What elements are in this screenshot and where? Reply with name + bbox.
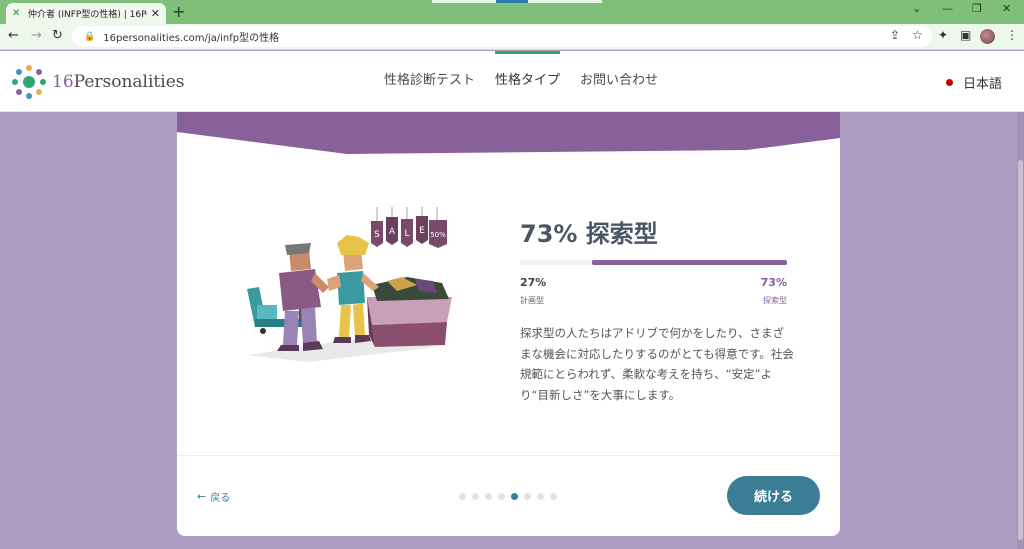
nav-personality-test[interactable]: 性格診断テスト [384,51,475,111]
logo-number: 16 [52,72,74,92]
tab-title: 仲介者 (INFP型の性格) | 16Personalities [28,10,147,20]
minimize-icon[interactable]: — [942,2,953,15]
step-dot [459,493,466,500]
browser-menu-icon[interactable]: ⋮ [1006,28,1018,42]
left-trait-label: 計画型 [520,296,544,305]
trait-progress-fill [592,260,787,265]
step-dot [524,493,531,500]
maximize-icon[interactable]: ❐ [972,2,982,15]
tab-search-icon[interactable]: ⌄ [912,2,921,15]
back-label: 戻る [210,493,231,504]
tab-strip-indicator [432,0,602,3]
language-label: 日本語 [962,77,1002,92]
trait-description: 探求型の人たちはアドリブで何かをしたり、さまざまな機会に対応したりするのがとても… [520,326,794,402]
nav-personality-types[interactable]: 性格タイプ [495,51,561,111]
step-dot [472,493,479,500]
tag-letter-l: L [404,229,409,239]
address-bar[interactable]: 🔒 16personalities.com/ja/infp型の性格 [72,26,932,47]
back-arrow-icon: ← [197,490,207,503]
right-percent: 73% [760,276,787,289]
tag-letter-e: E [419,226,425,236]
reload-icon[interactable]: ↻ [52,27,63,45]
continue-button[interactable]: 続ける [727,476,820,515]
japan-flag-icon [945,79,953,86]
site-logo[interactable]: 16Personalities [12,65,184,99]
step-dot [498,493,505,500]
share-icon[interactable]: ⇪ [890,28,900,42]
trait-progress-bar [520,260,787,265]
site-favicon-icon: ✕ [12,7,21,19]
browser-toolbar: ← → ↻ 🔒 16personalities.com/ja/infp型の性格 … [0,24,1024,50]
step-dot [537,493,544,500]
browser-tab[interactable]: ✕ 仲介者 (INFP型の性格) | 16Personalities ✕ [6,3,166,24]
new-tab-icon[interactable]: + [172,3,185,21]
tag-letter-s: S [374,230,380,240]
logo-dots-icon [12,65,46,99]
step-dot [550,493,557,500]
language-selector[interactable]: 日本語 [945,73,1002,92]
tag-letter-a: A [389,227,396,237]
lock-icon: 🔒 [84,31,96,42]
card-footer-divider [177,455,840,456]
step-dot [485,493,492,500]
trait-card: S A L E 50% 73% 探索型 27% 73% 計画型 探索型 探求型の… [177,112,840,536]
trait-heading: 73% 探索型 [520,220,658,248]
tag-discount: 50% [430,231,446,239]
nav-contact[interactable]: お問い合わせ [580,51,658,111]
shopping-illustration: S A L E 50% [247,207,452,362]
profile-avatar[interactable] [980,29,995,44]
browser-tab-strip: ✕ 仲介者 (INFP型の性格) | 16Personalities ✕ + ⌄… [0,0,1024,24]
logo-wordmark: 16Personalities [52,72,184,92]
url-text: 16personalities.com/ja/infp型の性格 [103,33,280,44]
forward-arrow-icon[interactable]: → [31,27,42,45]
back-arrow-icon[interactable]: ← [8,27,19,45]
right-trait-label: 探索型 [763,296,787,305]
step-indicator [459,493,563,500]
sale-tags: S A L E 50% [371,207,447,248]
left-percent: 27% [520,276,547,289]
site-header: 16Personalities 性格診断テスト 性格タイプ お問い合わせ 日本語 [0,51,1024,112]
extensions-puzzle-icon[interactable]: ✦ [938,28,948,42]
close-tab-icon[interactable]: ✕ [151,7,160,20]
card-top-wave [177,112,840,154]
bookmark-star-icon[interactable]: ☆ [912,28,923,42]
close-window-icon[interactable]: ✕ [1002,2,1011,15]
back-link[interactable]: ← 戻る [197,489,230,504]
main-nav: 性格診断テスト 性格タイプ お問い合わせ [384,51,678,111]
step-dot-active [511,493,518,500]
scrollbar-thumb[interactable] [1018,160,1023,540]
side-panel-icon[interactable]: ▣ [960,28,971,42]
logo-word: Personalities [73,72,185,92]
